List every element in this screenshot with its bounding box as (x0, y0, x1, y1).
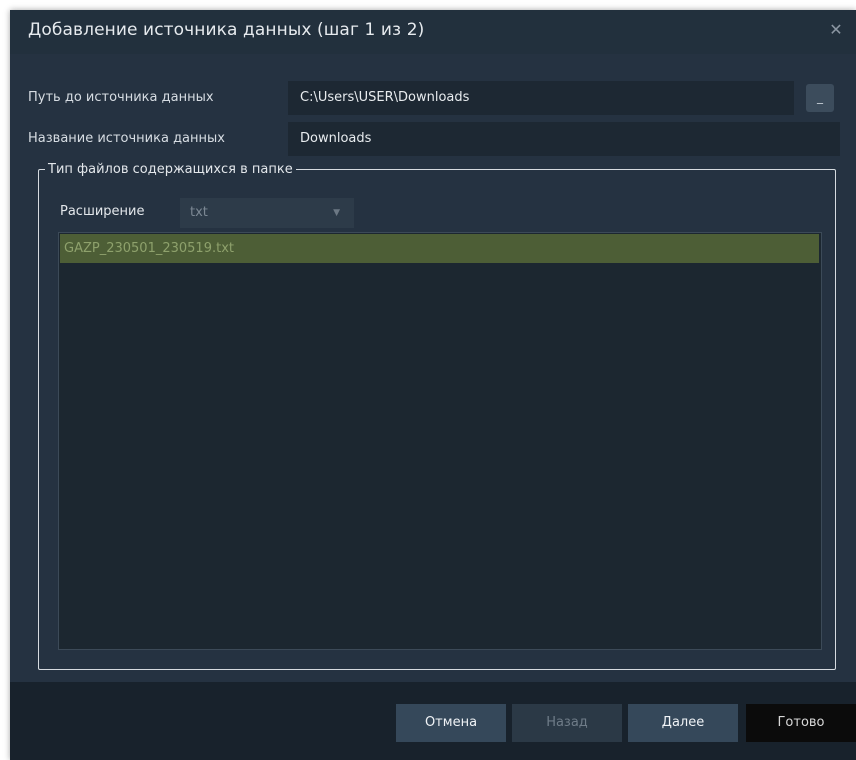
close-icon[interactable]: ✕ (826, 20, 846, 40)
dialog-footer: Отмена Назад Далее Готово (10, 682, 856, 760)
file-list[interactable]: GAZP_230501_230519.txt (58, 232, 822, 650)
dialog-title: Добавление источника данных (шаг 1 из 2) (28, 20, 425, 40)
add-data-source-dialog: Добавление источника данных (шаг 1 из 2)… (10, 10, 856, 760)
chevron-down-icon: ▼ (333, 208, 340, 218)
path-label: Путь до источника данных (28, 90, 214, 105)
done-button[interactable]: Готово (746, 704, 856, 742)
file-type-legend: Тип файлов содержащихся в папке (48, 162, 293, 177)
extension-select[interactable]: txt ▼ (180, 198, 354, 228)
extension-value: txt (190, 205, 208, 220)
next-button[interactable]: Далее (628, 704, 738, 742)
back-button[interactable]: Назад (512, 704, 622, 742)
name-field[interactable]: Downloads (288, 122, 840, 156)
path-field[interactable]: C:\Users\USER\Downloads (288, 81, 794, 115)
title-bar: Добавление источника данных (шаг 1 из 2)… (10, 10, 856, 54)
list-item[interactable]: GAZP_230501_230519.txt (60, 234, 819, 263)
cancel-button[interactable]: Отмена (396, 704, 506, 742)
name-label: Название источника данных (28, 131, 225, 146)
browse-button[interactable]: _ (806, 84, 834, 112)
extension-label: Расширение (60, 204, 145, 219)
dialog-content: Путь до источника данных C:\Users\USER\D… (10, 54, 856, 682)
